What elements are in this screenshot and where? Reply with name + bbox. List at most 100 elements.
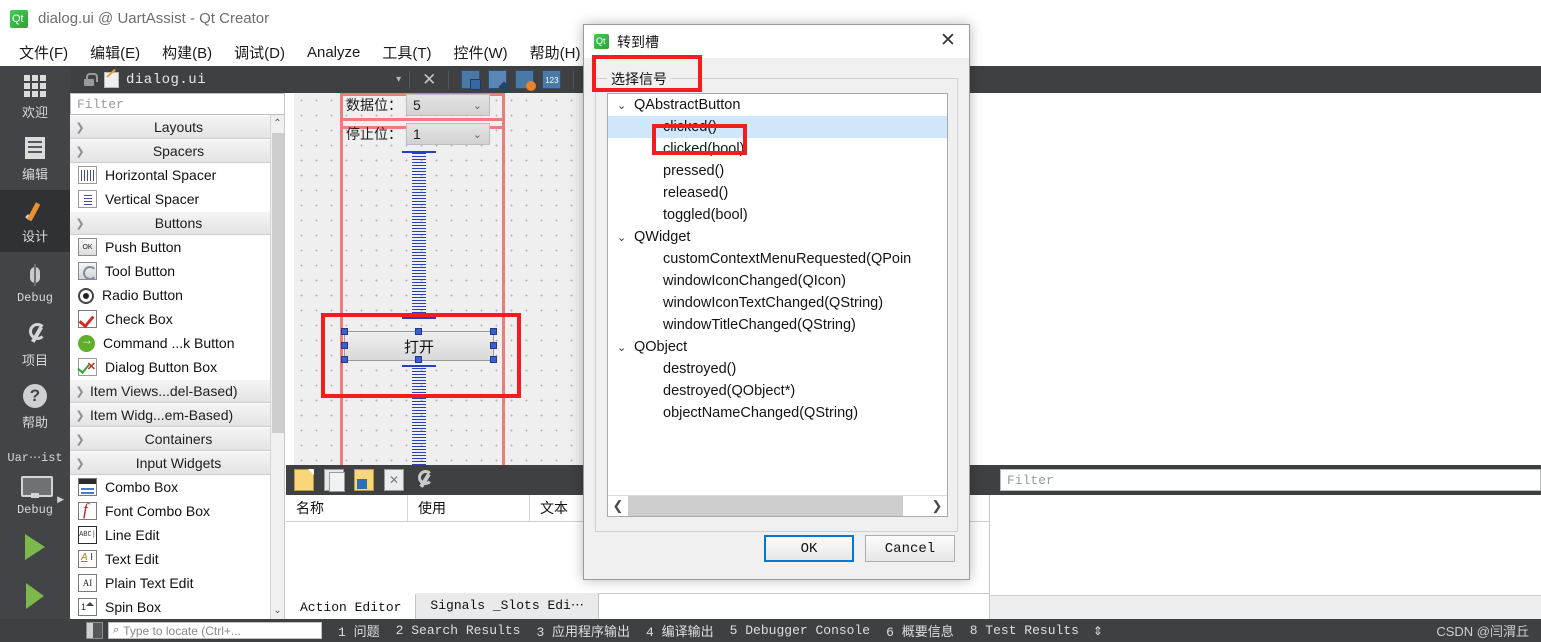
list-item[interactable]: Text Edit: [70, 547, 284, 571]
widget-group-item-views[interactable]: ❯ Item Views...del-Based): [70, 379, 284, 403]
menu-widgets[interactable]: 控件(W): [443, 40, 519, 65]
chevron-right-icon[interactable]: ❯: [927, 498, 947, 514]
selection-handle[interactable]: [490, 328, 497, 335]
status-item-application-output[interactable]: 3 应用程序输出: [536, 621, 630, 640]
ok-button[interactable]: OK: [764, 535, 854, 562]
up-down-arrows-icon[interactable]: ⇕: [1093, 624, 1103, 638]
tree-node-qwidget[interactable]: ⌄ QWidget: [608, 226, 947, 248]
selection-handle[interactable]: [341, 328, 348, 335]
tree-item-pressed[interactable]: pressed(): [608, 160, 947, 182]
edit-buddies-icon[interactable]: [515, 70, 537, 91]
close-icon[interactable]: ✕: [937, 31, 959, 53]
widget-group-containers[interactable]: ❯ Containers: [70, 427, 284, 451]
scrollbar-thumb[interactable]: [628, 495, 903, 516]
status-item-search-results[interactable]: 2 Search Results: [396, 623, 521, 638]
widget-group-item-widgets[interactable]: ❯ Item Widg...em-Based): [70, 403, 284, 427]
widget-group-buttons[interactable]: ❯ Buttons: [70, 211, 284, 235]
edit-widgets-icon[interactable]: [461, 70, 482, 90]
list-item[interactable]: Vertical Spacer: [70, 187, 284, 211]
tree-node-qobject[interactable]: ⌄ QObject: [608, 336, 947, 358]
list-item[interactable]: ABC| Line Edit: [70, 523, 284, 547]
delete-action-icon[interactable]: ✕: [384, 469, 404, 491]
list-item[interactable]: AI Plain Text Edit: [70, 571, 284, 595]
edit-tab-order-icon[interactable]: 123: [542, 70, 562, 89]
chevron-down-icon[interactable]: ▾: [396, 74, 401, 85]
widget-box-filter-input[interactable]: Filter: [70, 93, 284, 115]
property-filter-input[interactable]: Filter: [1000, 469, 1541, 491]
tab-signals-slots-editor[interactable]: Signals _Slots Edi⋯: [416, 593, 599, 619]
widget-group-spacers[interactable]: ❯ Spacers: [70, 139, 284, 163]
signal-tree-horizontal-scrollbar[interactable]: ❮ ❯: [608, 495, 947, 516]
tree-item-customcontextmenurequested[interactable]: customContextMenuRequested(QPoin: [608, 248, 947, 270]
unlocked-icon[interactable]: [82, 72, 98, 87]
configure-action-icon[interactable]: [414, 469, 434, 491]
tab-action-editor[interactable]: Action Editor: [286, 593, 417, 619]
combo-stopbits[interactable]: 1 ⌄: [406, 123, 490, 145]
scrollbar-track[interactable]: [628, 495, 927, 516]
menu-file[interactable]: 文件(F): [8, 40, 79, 65]
close-icon[interactable]: ✕: [422, 70, 436, 90]
list-item[interactable]: Command ...k Button: [70, 331, 284, 355]
sidebar-item-edit[interactable]: 编辑: [0, 128, 70, 190]
menu-edit[interactable]: 编辑(E): [79, 40, 151, 65]
selection-handle[interactable]: [341, 342, 348, 349]
menu-debug[interactable]: 调试(D): [223, 40, 296, 65]
selection-handle[interactable]: [490, 342, 497, 349]
combo-databits[interactable]: 5 ⌄: [406, 94, 490, 116]
status-item-compile-output[interactable]: 4 编译输出: [646, 621, 714, 640]
toggle-sidebar-button[interactable]: [86, 622, 103, 639]
tree-node-qabstractbutton[interactable]: ⌄ QAbstractButton: [608, 94, 947, 116]
status-item-debugger-console[interactable]: 5 Debugger Console: [730, 623, 870, 638]
widget-group-layouts[interactable]: ❯ Layouts: [70, 115, 284, 139]
locator-input[interactable]: ⌕ Type to locate (Ctrl+...: [108, 622, 322, 639]
tree-item-windowicontextchanged[interactable]: windowIconTextChanged(QString): [608, 292, 947, 314]
tree-item-windowiconchanged[interactable]: windowIconChanged(QIcon): [608, 270, 947, 292]
open-file-name[interactable]: dialog.ui: [126, 72, 206, 88]
tree-item-destroyed-qobject[interactable]: destroyed(QObject*): [608, 380, 947, 402]
tree-item-released[interactable]: released(): [608, 182, 947, 204]
vertical-spacer-spring[interactable]: [412, 367, 426, 465]
sidebar-item-help[interactable]: ? 帮助: [0, 376, 70, 438]
list-item[interactable]: 1 Spin Box: [70, 595, 284, 619]
widget-box-scrollbar[interactable]: ⌃ ⌄: [270, 115, 284, 619]
selection-handle[interactable]: [415, 356, 422, 363]
list-item[interactable]: Check Box: [70, 307, 284, 331]
tree-item-objectnamechanged[interactable]: objectNameChanged(QString): [608, 402, 947, 424]
sidebar-item-design[interactable]: 设计: [0, 190, 70, 252]
kit-selector[interactable]: ▶ Debug: [0, 468, 70, 522]
selection-handle[interactable]: [341, 356, 348, 363]
paste-action-icon[interactable]: [354, 469, 374, 491]
chevron-down-icon[interactable]: ⌄: [617, 341, 634, 354]
chevron-down-icon[interactable]: ⌄: [271, 602, 284, 619]
column-header-name[interactable]: 名称: [286, 495, 408, 521]
start-debugging-button[interactable]: [0, 572, 70, 620]
chevron-left-icon[interactable]: ❮: [608, 498, 628, 514]
tree-item-clicked-bool[interactable]: clicked(bool): [608, 138, 947, 160]
list-item[interactable]: Tool Button: [70, 259, 284, 283]
menu-build[interactable]: 构建(B): [151, 40, 223, 65]
sidebar-item-debug[interactable]: Debug: [0, 252, 70, 314]
new-action-icon[interactable]: [294, 469, 314, 491]
tree-item-windowtitlechanged[interactable]: windowTitleChanged(QString): [608, 314, 947, 336]
list-item[interactable]: Combo Box: [70, 475, 284, 499]
menu-analyze[interactable]: Analyze: [296, 42, 371, 63]
tree-item-destroyed[interactable]: destroyed(): [608, 358, 947, 380]
run-button[interactable]: [0, 522, 70, 572]
chevron-down-icon[interactable]: ⌄: [617, 99, 634, 112]
tree-item-clicked[interactable]: clicked(): [608, 116, 947, 138]
list-item[interactable]: Horizontal Spacer: [70, 163, 284, 187]
copy-action-icon[interactable]: [324, 469, 345, 492]
status-item-test-results[interactable]: 8 Test Results: [970, 623, 1079, 638]
status-item-general-messages[interactable]: 6 概要信息: [886, 621, 954, 640]
cancel-button[interactable]: Cancel: [865, 535, 955, 562]
edit-signals-slots-icon[interactable]: [488, 70, 508, 89]
list-item[interactable]: OK Push Button: [70, 235, 284, 259]
list-item[interactable]: Font Combo Box: [70, 499, 284, 523]
sidebar-item-projects[interactable]: 项目: [0, 314, 70, 376]
selection-handle[interactable]: [490, 356, 497, 363]
chevron-down-icon[interactable]: ⌄: [617, 231, 634, 244]
menu-help[interactable]: 帮助(H): [519, 40, 592, 65]
column-header-used[interactable]: 使用: [408, 495, 530, 521]
widget-group-input-widgets[interactable]: ❯ Input Widgets: [70, 451, 284, 475]
list-item[interactable]: Dialog Button Box: [70, 355, 284, 379]
